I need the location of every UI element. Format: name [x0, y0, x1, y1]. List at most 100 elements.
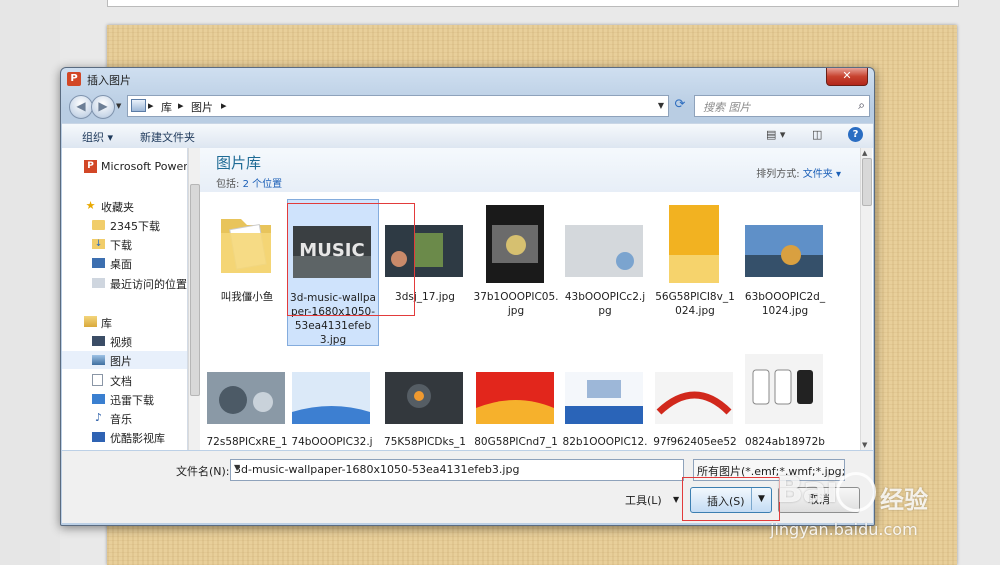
- nav-item-recent-places[interactable]: 最近访问的位置: [62, 274, 187, 292]
- nav-label: 下载: [110, 239, 132, 252]
- recent-locations-dropdown[interactable]: ▼: [116, 102, 121, 110]
- file-item[interactable]: 56G58PICI8v_1024.jpg: [650, 199, 740, 344]
- file-item[interactable]: 43bOOOPICc2.jpg: [560, 199, 650, 344]
- file-name: 82b1OOOPIC12.jpg: [562, 436, 648, 448]
- file-name: 80G58PICnd7_1024.jpg: [474, 436, 558, 448]
- breadcrumb-arrow-icon[interactable]: ▸: [148, 99, 154, 112]
- file-item[interactable]: 63bOOOPIC2d_1024.jpg: [740, 199, 830, 344]
- nav-item-documents[interactable]: 文档: [62, 371, 187, 389]
- back-button[interactable]: ◀: [69, 95, 93, 119]
- filename-input[interactable]: 3d-music-wallpaper-1680x1050-53ea4131efe…: [230, 459, 684, 481]
- arrange-by-dropdown[interactable]: 文件夹 ▾: [803, 169, 841, 180]
- browser-body: P Microsoft Powerl ★ 收藏夹 2345下载 ↓ 下载 桌面: [62, 148, 873, 450]
- file-list-scrollbar[interactable]: ▲ ▼: [860, 148, 872, 450]
- nav-item-libraries[interactable]: 库: [62, 313, 187, 331]
- navigation-pane: P Microsoft Powerl ★ 收藏夹 2345下载 ↓ 下载 桌面: [62, 148, 188, 450]
- file-item[interactable]: 37b1OOOPIC05.jpg: [471, 199, 561, 344]
- download-folder-icon: ↓: [92, 239, 105, 249]
- nav-scroll-thumb[interactable]: [190, 184, 200, 396]
- nav-item-youku[interactable]: 优酷影视库: [62, 428, 187, 446]
- breadcrumb-arrow-icon[interactable]: ▸: [178, 99, 184, 112]
- image-thumbnail: [476, 372, 554, 424]
- organize-button[interactable]: 组织 ▾: [82, 129, 113, 145]
- folder-icon: [92, 220, 105, 230]
- file-name: 97f962405ee52ef933367dd7ba597522.jpg: [653, 436, 737, 448]
- address-dropdown-icon[interactable]: ▼: [658, 101, 664, 110]
- documents-icon: [92, 374, 103, 386]
- tools-dropdown-icon[interactable]: ▼: [673, 495, 679, 504]
- file-item[interactable]: 74bOOOPIC32.jpg: [287, 344, 377, 450]
- navigation-bar: ◀ ▶ ▼ ▸ 库 ▸ 图片 ▸ ▼ ⟳ 搜索 图片 ⌕: [67, 94, 870, 119]
- nav-label: 图片: [110, 355, 132, 368]
- nav-item-thunder-download[interactable]: 迅雷下载: [62, 390, 187, 408]
- filename-dropdown-icon[interactable]: ▼: [234, 463, 679, 472]
- tools-button[interactable]: 工具(L): [625, 492, 662, 508]
- powerpoint-icon: P: [84, 160, 97, 173]
- includes-locations-link[interactable]: 2 个位置: [243, 179, 283, 190]
- image-thumbnail: [745, 354, 823, 424]
- nav-label: 音乐: [110, 413, 132, 426]
- nav-item-pictures[interactable]: 图片: [62, 351, 187, 369]
- nav-item-videos[interactable]: 视频: [62, 332, 187, 350]
- youku-icon: [92, 432, 105, 442]
- nav-item-music[interactable]: ♪ 音乐: [62, 409, 187, 427]
- address-bar[interactable]: ▸ 库 ▸ 图片 ▸ ▼: [127, 95, 669, 117]
- nav-scrollbar[interactable]: [188, 148, 200, 450]
- preview-pane-icon[interactable]: ◫: [812, 128, 822, 141]
- filename-label: 文件名(N):: [176, 465, 230, 478]
- image-thumbnail: [207, 372, 285, 424]
- library-header: 图片库 包括: 2 个位置 排列方式: 文件夹 ▾: [200, 148, 861, 192]
- file-item[interactable]: 叫我僵小鱼: [202, 199, 292, 344]
- nav-item-powerpoint[interactable]: P Microsoft Powerl: [62, 158, 187, 176]
- pictures-icon: [92, 355, 105, 365]
- thunder-download-icon: [92, 394, 105, 404]
- refresh-button[interactable]: ⟳: [671, 96, 689, 114]
- title-bar: P 插入图片 ✕: [61, 68, 874, 90]
- desktop-icon: [92, 258, 105, 268]
- close-button[interactable]: ✕: [826, 68, 868, 86]
- scroll-up-icon[interactable]: ▲: [862, 149, 867, 157]
- image-thumbnail: [655, 372, 733, 424]
- insert-picture-dialog: P 插入图片 ✕ ◀ ▶ ▼ ▸ 库 ▸ 图片 ▸ ▼ ⟳ 搜索 图片 ⌕ 组织…: [60, 67, 875, 526]
- annotation-highlight-file: [287, 203, 415, 316]
- file-item[interactable]: 72s58PICxRE_1024.jpg: [202, 344, 292, 450]
- nav-label: 库: [101, 317, 112, 330]
- background-strip: [0, 0, 60, 565]
- breadcrumb-pictures[interactable]: 图片: [191, 99, 213, 115]
- library-icon: [131, 99, 146, 112]
- breadcrumb-library[interactable]: 库: [161, 99, 172, 115]
- nav-item-favorites[interactable]: ★ 收藏夹: [62, 197, 187, 215]
- nav-item-downloads[interactable]: ↓ 下载: [62, 235, 187, 253]
- folder-icon: [221, 219, 271, 273]
- file-list-scroll-thumb[interactable]: [862, 158, 872, 206]
- file-item[interactable]: 80G58PICnd7_1024.jpg: [471, 344, 561, 450]
- nav-label: 文档: [110, 375, 132, 388]
- back-arrow-icon: ◀: [76, 99, 86, 113]
- file-item[interactable]: 75K58PICDks_1024.jpg: [380, 344, 470, 450]
- recent-places-icon: [92, 278, 105, 288]
- star-icon: ★: [85, 199, 96, 212]
- nav-label: Microsoft Powerl: [101, 160, 188, 173]
- file-item[interactable]: 0824ab18972bd4073a002d5f7c899e510eb309: [740, 344, 830, 450]
- breadcrumb-arrow-icon[interactable]: ▸: [221, 99, 227, 112]
- forward-button[interactable]: ▶: [91, 95, 115, 119]
- search-icon[interactable]: ⌕: [858, 98, 865, 113]
- scroll-down-icon[interactable]: ▼: [862, 441, 867, 449]
- help-icon[interactable]: ?: [848, 127, 863, 142]
- dialog-title: 插入图片: [87, 74, 131, 87]
- nav-item-desktop[interactable]: 桌面: [62, 254, 187, 272]
- nav-label: 迅雷下载: [110, 394, 154, 407]
- nav-item-2345download[interactable]: 2345下载: [62, 216, 187, 234]
- file-item[interactable]: 82b1OOOPIC12.jpg: [560, 344, 650, 450]
- arrange-by: 排列方式: 文件夹 ▾: [756, 165, 841, 180]
- baidu-paw-icon: [836, 472, 876, 512]
- file-name: 叫我僵小鱼: [220, 291, 274, 303]
- powerpoint-app-icon: P: [67, 72, 81, 86]
- new-folder-button[interactable]: 新建文件夹: [140, 129, 195, 145]
- file-item[interactable]: 97f962405ee52ef933367dd7ba597522.jpg: [650, 344, 740, 450]
- search-input[interactable]: 搜索 图片 ⌕: [694, 95, 870, 117]
- video-icon: [92, 336, 105, 346]
- includes-label: 包括:: [216, 179, 240, 190]
- arrange-label: 排列方式:: [756, 169, 800, 180]
- view-options-icon[interactable]: ▤ ▾: [766, 128, 785, 141]
